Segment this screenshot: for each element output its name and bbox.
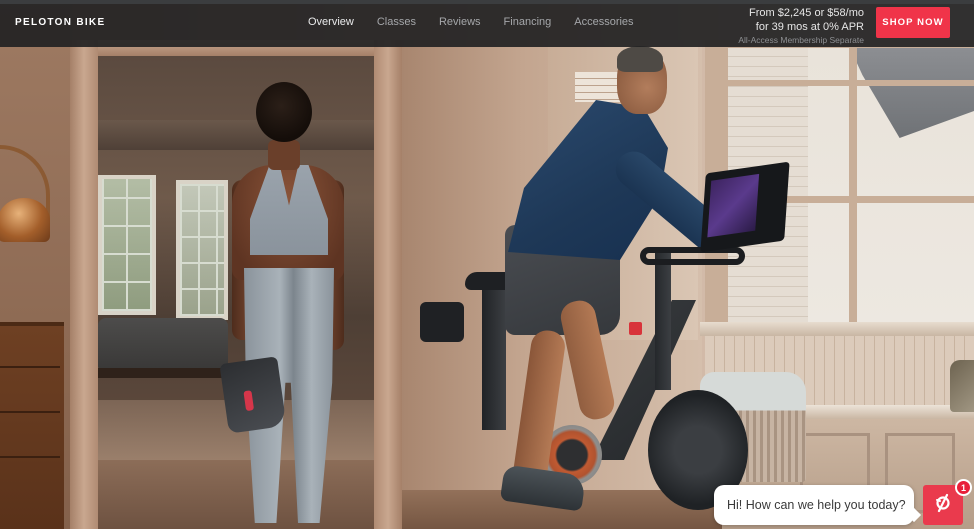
window-mullion <box>849 48 857 326</box>
bike-handlebar <box>640 247 745 265</box>
back-floor <box>98 460 374 529</box>
man-hair <box>617 46 663 72</box>
window-mullion <box>728 80 974 86</box>
coffee-table <box>98 368 233 378</box>
pillow <box>950 360 974 412</box>
dresser <box>0 322 64 529</box>
nav-link-classes[interactable]: Classes <box>377 16 416 28</box>
financing-line: for 39 mos at 0% APR <box>755 21 864 33</box>
hero-image <box>0 0 974 529</box>
price-info: From $2,245 or $58/mo for 39 mos at 0% A… <box>738 6 864 47</box>
nav-link-accessories[interactable]: Accessories <box>574 16 633 28</box>
woman-neck <box>268 140 300 170</box>
top-nav: PELOTON BIKE Overview Classes Reviews Fi… <box>0 4 974 47</box>
shop-now-button[interactable]: SHOP NOW <box>876 7 950 38</box>
lamp-icon <box>0 198 50 242</box>
cycling-shoes <box>219 356 287 434</box>
sofa <box>98 318 228 368</box>
nav-links: Overview Classes Reviews Financing Acces… <box>308 16 634 28</box>
door-jamb-right <box>374 40 402 529</box>
books <box>575 72 620 102</box>
unread-count-badge: 1 <box>955 479 972 496</box>
brand-logo[interactable]: PELOTON BIKE <box>15 17 105 28</box>
resistance-knob <box>629 322 642 335</box>
door-jamb-left <box>70 40 98 529</box>
back-window-right <box>176 180 228 320</box>
nav-link-financing[interactable]: Financing <box>504 16 552 28</box>
chat-greeting-bubble[interactable]: Hi! How can we help you today? <box>714 485 914 525</box>
price-line: From $2,245 or $58/mo <box>749 7 864 19</box>
ceiling-beam <box>98 120 374 150</box>
nav-link-reviews[interactable]: Reviews <box>439 16 481 28</box>
bike-stem <box>655 250 671 390</box>
nav-link-overview[interactable]: Overview <box>308 16 354 28</box>
peloton-logo-icon <box>933 493 953 518</box>
bottle-holder <box>420 302 464 342</box>
bike-seatpost <box>482 290 506 430</box>
back-window-left <box>98 175 156 315</box>
bike-touchscreen <box>700 161 790 253</box>
membership-note: All-Access Membership Separate <box>738 35 864 45</box>
chat-greeting-text: Hi! How can we help you today? <box>727 498 906 512</box>
woman-hair <box>256 82 312 142</box>
window-sill <box>700 322 974 336</box>
